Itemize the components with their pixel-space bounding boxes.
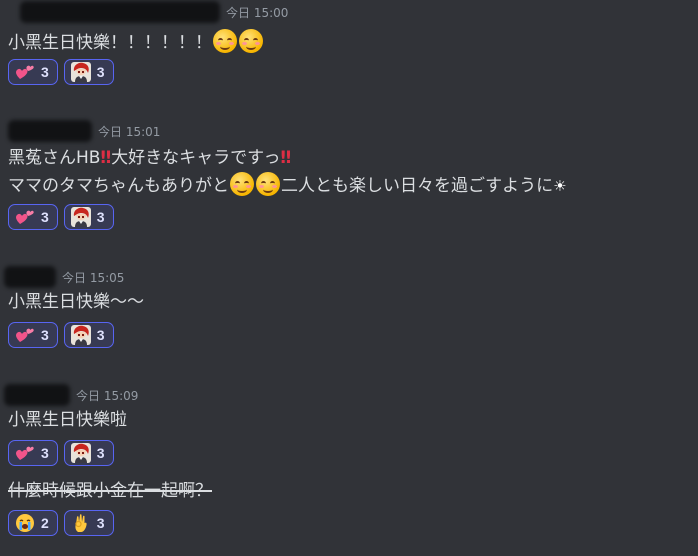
two-hearts-icon (15, 443, 35, 463)
reaction-character-avatar[interactable]: 3 (63, 204, 114, 230)
blushing-smile-icon (239, 29, 263, 53)
reaction-count: 3 (41, 209, 49, 225)
reaction-count: 3 (96, 209, 105, 225)
character-avatar-icon (71, 325, 91, 345)
double-exclamation-icon: ‼ (100, 148, 112, 168)
redacted-username (4, 266, 56, 288)
message-text: 小黑生日快樂！！！！！！ (8, 29, 264, 56)
double-exclamation-icon: ‼ (280, 148, 292, 168)
message-text-content: 什麼時候跟小金在一起啊？ (8, 481, 212, 501)
reaction-bar: 3 3 (8, 204, 114, 230)
two-hearts-icon (15, 207, 35, 227)
reaction-two-hearts[interactable]: 3 (8, 204, 58, 230)
timestamp: 今日 15:09 (76, 388, 139, 403)
message-header: 今日 15:05 (4, 266, 124, 288)
message-text-line2-end: 二人とも楽しい日々を過ごすように (281, 176, 554, 196)
sun-icon: ☀ (553, 177, 567, 195)
character-avatar-icon (71, 62, 91, 82)
message-header: 今日 15:09 (4, 384, 138, 406)
reaction-bar: 3 3 (8, 59, 114, 85)
message-header: 今日 15:00 (20, 1, 288, 23)
reaction-count: 3 (96, 327, 105, 343)
message-text-content: 小黑生日快樂～～ (8, 292, 144, 312)
timestamp: 今日 15:05 (62, 270, 125, 285)
message-text-line2-start: ママのタマちゃんもありがと (8, 176, 229, 196)
message-text: 黑菟さんHB‼大好きなキャラですっ‼ (8, 146, 291, 171)
timestamp: 今日 15:00 (226, 5, 289, 20)
message-text-line1-start: 黑菟さんHB (8, 148, 101, 168)
reaction-count: 2 (41, 515, 49, 531)
reaction-character-avatar[interactable]: 3 (63, 440, 114, 466)
smiling-face-icon (230, 172, 254, 196)
reaction-crying-face[interactable]: 2 (8, 510, 58, 536)
reaction-count: 3 (41, 445, 49, 461)
reaction-bar: 2 3 (8, 510, 114, 536)
message-text: 小黑生日快樂啦 (8, 408, 127, 433)
reaction-bar: 3 3 (8, 322, 114, 348)
reaction-two-hearts[interactable]: 3 (8, 440, 58, 466)
redacted-username (8, 120, 92, 142)
redacted-username (20, 1, 220, 23)
reaction-character-avatar[interactable]: 3 (63, 59, 114, 85)
message-text-line1-end: 大好きなキャラですっ (111, 148, 281, 168)
strikethrough-message-text: 什麼時候跟小金在一起啊？ (8, 479, 212, 504)
two-hearts-icon (15, 325, 35, 345)
ok-hand-icon (71, 513, 91, 533)
timestamp: 今日 15:01 (98, 124, 161, 139)
redacted-username (4, 384, 70, 406)
reaction-count: 3 (41, 327, 49, 343)
character-avatar-icon (71, 443, 91, 463)
message-text-content: 小黑生日快樂！！！！！！ (8, 33, 212, 53)
message-text: 小黑生日快樂～～ (8, 290, 144, 315)
message-text: ママのタマちゃんもありがと 二人とも楽しい日々を過ごすように☀ (8, 172, 567, 199)
reaction-two-hearts[interactable]: 3 (8, 322, 58, 348)
reaction-ok-hand[interactable]: 3 (63, 510, 114, 536)
reaction-character-avatar[interactable]: 3 (63, 322, 114, 348)
smiling-face-icon (256, 172, 280, 196)
reaction-two-hearts[interactable]: 3 (8, 59, 58, 85)
reaction-count: 3 (41, 64, 49, 80)
blushing-smile-icon (213, 29, 237, 53)
message-text-content: 小黑生日快樂啦 (8, 410, 127, 430)
message-header: 今日 15:01 (8, 120, 160, 142)
crying-face-icon (15, 513, 35, 533)
reaction-count: 3 (96, 64, 105, 80)
reaction-count: 3 (96, 515, 105, 531)
reaction-count: 3 (96, 445, 105, 461)
two-hearts-icon (15, 62, 35, 82)
character-avatar-icon (71, 207, 91, 227)
reaction-bar: 3 3 (8, 440, 114, 466)
